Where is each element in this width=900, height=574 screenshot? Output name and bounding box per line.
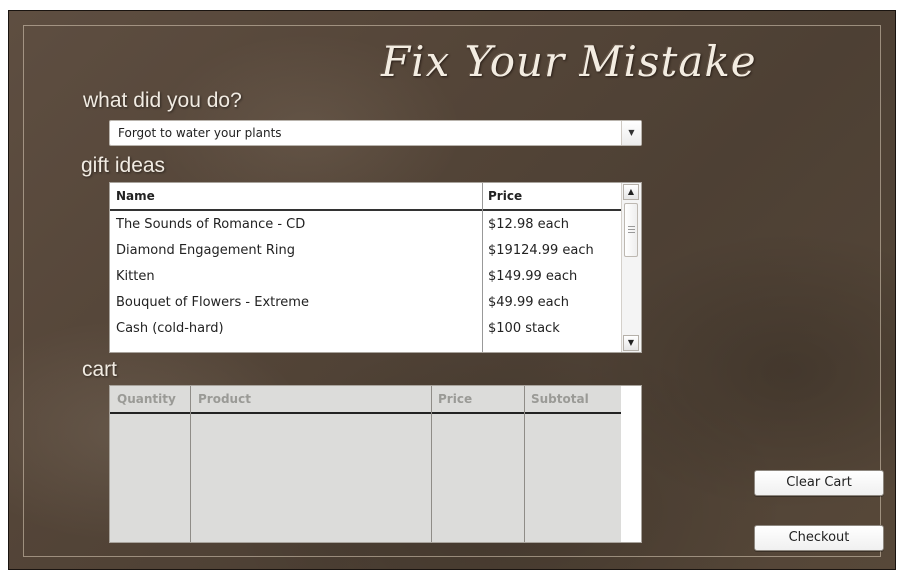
column-divider [190,386,191,542]
table-row[interactable]: Cash (cold-hard) $100 stack [110,315,623,341]
gift-price: $12.98 each [488,217,569,232]
chevron-down-icon[interactable]: ▼ [621,121,641,145]
cart-table[interactable]: Quantity Product Price Subtotal [109,385,642,543]
mistake-dropdown[interactable]: Forgot to water your plants ▼ [109,120,642,146]
checkout-button[interactable]: Checkout [754,525,884,551]
section-label-gifts: gift ideas [81,154,166,177]
table-header: Name Price [110,183,623,211]
column-divider [431,386,432,542]
column-header-quantity[interactable]: Quantity [117,392,176,406]
table-header: Quantity Product Price Subtotal [110,386,621,414]
arrow-down-icon[interactable]: ▼ [623,335,639,351]
gift-price: $49.99 each [488,295,569,310]
table-row[interactable]: Diamond Engagement Ring $19124.99 each [110,237,623,263]
arrow-up-icon[interactable]: ▲ [623,184,639,200]
gift-ideas-table[interactable]: Name Price The Sounds of Romance - CD $1… [109,182,642,353]
gift-price: $100 stack [488,321,560,336]
table-row[interactable]: The Sounds of Romance - CD $12.98 each [110,211,623,237]
section-label-cart: cart [82,358,118,381]
column-header-price[interactable]: Price [438,392,472,406]
app-window: Fix Your Mistake what did you do? Forgot… [8,10,896,570]
scrollbar-thumb[interactable] [624,203,638,257]
vertical-scrollbar[interactable]: ▲ ▼ [621,183,641,352]
gift-name: Bouquet of Flowers - Extreme [116,295,309,310]
gift-name: Kitten [116,269,155,284]
table-row[interactable]: Kitten $149.99 each [110,263,623,289]
column-header-product[interactable]: Product [198,392,251,406]
column-header-price[interactable]: Price [488,189,522,203]
table-row[interactable]: Bouquet of Flowers - Extreme $49.99 each [110,289,623,315]
section-label-what: what did you do? [83,89,242,112]
column-header-subtotal[interactable]: Subtotal [531,392,589,406]
clear-cart-button[interactable]: Clear Cart [754,470,884,496]
cart-scroll-area [621,386,641,542]
column-divider [524,386,525,542]
gift-price: $149.99 each [488,269,578,284]
gift-name: Cash (cold-hard) [116,321,224,336]
column-header-name[interactable]: Name [116,189,155,203]
gift-name: Diamond Engagement Ring [116,243,296,258]
gift-price: $19124.99 each [488,243,594,258]
gift-name: The Sounds of Romance - CD [116,217,306,232]
mistake-dropdown-value: Forgot to water your plants [118,126,282,140]
page-title: Fix Your Mistake [381,37,757,86]
